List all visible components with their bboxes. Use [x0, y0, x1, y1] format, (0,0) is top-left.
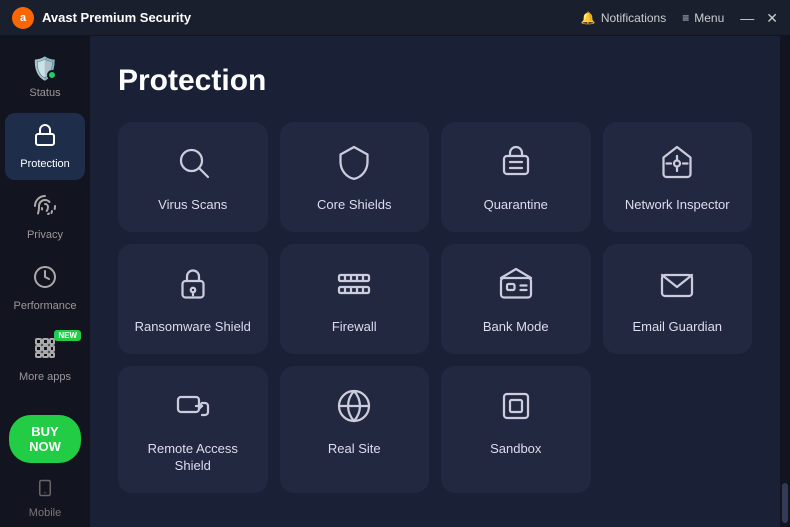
lock-icon [33, 123, 57, 153]
ransomware-icon [175, 266, 211, 307]
titlebar-right: 🔔 Notifications ≡ Menu — ✕ [581, 11, 778, 25]
sidebar-status-label: Status [29, 87, 60, 99]
grid-item-network-inspector[interactable]: Network Inspector [603, 122, 753, 232]
email-guardian-label: Email Guardian [632, 319, 722, 336]
bank-icon [498, 266, 534, 307]
page-title: Protection [118, 64, 752, 98]
core-shields-label: Core Shields [317, 197, 391, 214]
sidebar-item-performance[interactable]: Performance [5, 255, 85, 322]
main-layout: 🛡️ Status Protection [0, 36, 790, 527]
grid-item-ransomware-shield[interactable]: Ransomware Shield [118, 244, 268, 354]
sidebar-item-more-apps[interactable]: NEW More apps [5, 326, 85, 393]
grid-item-sandbox[interactable]: Sandbox [441, 366, 591, 493]
bug-icon [498, 144, 534, 185]
grid-item-quarantine[interactable]: Quarantine [441, 122, 591, 232]
app-logo: a Avast Premium Security [12, 7, 191, 29]
grid-item-core-shields[interactable]: Core Shields [280, 122, 430, 232]
close-button[interactable]: ✕ [766, 11, 778, 25]
virus-scans-label: Virus Scans [158, 197, 227, 214]
minimize-button[interactable]: — [740, 11, 754, 25]
network-inspector-label: Network Inspector [625, 197, 730, 214]
sidebar-item-status[interactable]: 🛡️ Status [5, 46, 85, 109]
quarantine-label: Quarantine [484, 197, 548, 214]
buy-now-button[interactable]: BUY NOW [9, 415, 81, 463]
grid-item-firewall[interactable]: Firewall [280, 244, 430, 354]
menu-button[interactable]: ≡ Menu [682, 11, 724, 25]
avast-icon: a [12, 7, 34, 29]
shield-icon [336, 144, 372, 185]
grid-item-virus-scans[interactable]: Virus Scans [118, 122, 268, 232]
mobile-icon [36, 479, 54, 502]
sandbox-label: Sandbox [490, 441, 541, 458]
content-area: Protection Virus Scans [90, 36, 780, 527]
sidebar-item-mobile[interactable]: Mobile [24, 471, 66, 527]
menu-icon: ≡ [682, 11, 689, 25]
grid-item-remote-access-shield[interactable]: Remote Access Shield [118, 366, 268, 493]
sidebar-mobile-label: Mobile [29, 507, 61, 519]
grid-item-email-guardian[interactable]: Email Guardian [603, 244, 753, 354]
fingerprint-icon [33, 194, 57, 224]
sandbox-icon [498, 388, 534, 429]
ransomware-shield-label: Ransomware Shield [135, 319, 251, 336]
titlebar: a Avast Premium Security 🔔 Notifications… [0, 0, 790, 36]
globe-icon [336, 388, 372, 429]
firewall-icon [336, 266, 372, 307]
app-name: Avast Premium Security [42, 10, 191, 25]
remote-access-shield-label: Remote Access Shield [130, 441, 256, 475]
email-icon [659, 266, 695, 307]
grid-item-real-site[interactable]: Real Site [280, 366, 430, 493]
status-icon-wrap: 🛡️ [31, 56, 58, 82]
grid-icon [33, 336, 57, 366]
real-site-label: Real Site [328, 441, 381, 458]
sidebar-privacy-label: Privacy [27, 229, 63, 241]
scrollbar-thumb[interactable] [782, 483, 788, 523]
speedometer-icon [33, 265, 57, 295]
status-dot [47, 70, 57, 80]
window-controls: — ✕ [740, 11, 778, 25]
new-badge: NEW [54, 330, 81, 341]
bell-icon: 🔔 [581, 11, 596, 25]
sidebar-more-apps-label: More apps [19, 371, 71, 383]
sidebar-item-protection[interactable]: Protection [5, 113, 85, 180]
search-icon [175, 144, 211, 185]
sidebar-protection-label: Protection [20, 158, 70, 170]
protection-grid: Virus Scans Core Shields [118, 122, 752, 493]
scrollbar-track[interactable] [780, 36, 790, 527]
sidebar-item-privacy[interactable]: Privacy [5, 184, 85, 251]
firewall-label: Firewall [332, 319, 377, 336]
notifications-button[interactable]: 🔔 Notifications [581, 11, 666, 25]
sidebar-performance-label: Performance [14, 300, 77, 312]
grid-item-bank-mode[interactable]: Bank Mode [441, 244, 591, 354]
remote-icon [175, 388, 211, 429]
bank-mode-label: Bank Mode [483, 319, 549, 336]
network-icon [659, 144, 695, 185]
sidebar: 🛡️ Status Protection [0, 36, 90, 527]
